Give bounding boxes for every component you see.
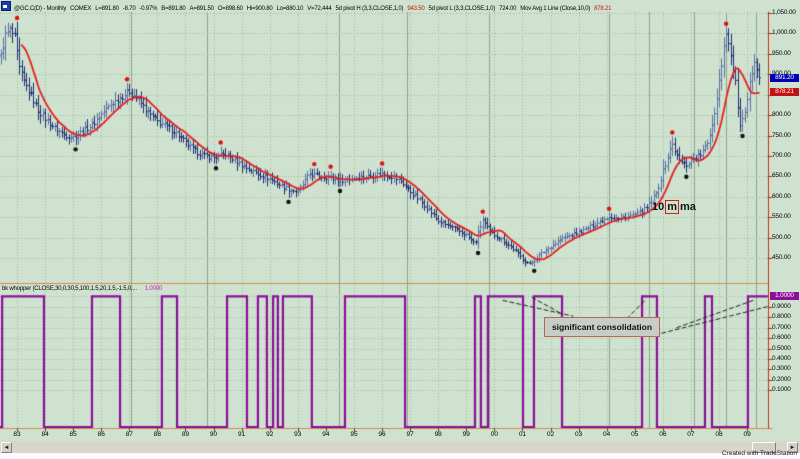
quote-text: @GC.C(D) - Monthly COMEX L=891.80 -8.70-0.9… [14, 0, 615, 15]
year-axis-label: 97 [402, 431, 418, 438]
indicator-axis-label: 0.9000 [772, 303, 791, 310]
year-axis-label: 05 [627, 431, 643, 438]
quote-field: O=898.60 [218, 6, 243, 12]
price-axis-label: 700.00 [772, 152, 791, 159]
year-axis-label: 02 [543, 431, 559, 438]
year-axis-label: 94 [318, 431, 334, 438]
quote-field: L=891.80 [95, 6, 119, 12]
year-axis-label: 01 [514, 431, 530, 438]
year-axis-label: 93 [290, 431, 306, 438]
indicator-axis-label: 0.5000 [772, 345, 791, 352]
year-axis-label: 91 [234, 431, 250, 438]
quote-field: 724.00 [499, 6, 516, 12]
horizontal-scrollbar-track[interactable] [0, 441, 800, 453]
scrollbar-left-arrow-icon[interactable]: ◄ [1, 442, 12, 453]
last-price-badge: 891.20 [770, 74, 799, 82]
quote-field: Mov Avg 1 Line (Close,10,0) [520, 6, 590, 12]
price-axis-label: 800.00 [772, 111, 791, 118]
indicator-axis-label: 0.8000 [772, 313, 791, 320]
ma-annotation-label[interactable]: 10mma [652, 201, 696, 213]
price-axis-label: 950.00 [772, 50, 791, 57]
year-axis-label: 96 [374, 431, 390, 438]
year-axis-label: 86 [93, 431, 109, 438]
indicator-current-value: 1.0000 [145, 286, 162, 292]
indicator-name-label: bk whopper (CLOSE,30,0,30,5,100,1.5,20,1… [2, 286, 137, 292]
year-axis-label: 98 [430, 431, 446, 438]
indicator-axis-label: 0.6000 [772, 334, 791, 341]
quote-field: Lo=880.10 [276, 6, 303, 12]
year-axis-label: 99 [458, 431, 474, 438]
year-axis-label: 08 [711, 431, 727, 438]
year-axis-label: 88 [149, 431, 165, 438]
year-axis-label: 89 [177, 431, 193, 438]
quote-field: COMEX [70, 6, 91, 12]
ma-annotation-boxed-letter: m [665, 200, 679, 214]
year-axis-label: 09 [739, 431, 755, 438]
price-axis-label: 750.00 [772, 132, 791, 139]
price-axis-label: 500.00 [772, 234, 791, 241]
year-axis-label: 03 [571, 431, 587, 438]
year-axis-label: 00 [486, 431, 502, 438]
year-axis-label: 84 [37, 431, 53, 438]
quote-field: @GC.C(D) - Monthly [14, 6, 66, 12]
indicator-label-row: bk whopper (CLOSE,30,0,30,5,100,1.5,20,1… [2, 284, 162, 293]
ma-annotation-suffix: ma [680, 201, 696, 213]
quote-field: -8.70 [123, 6, 136, 12]
year-axis-label: 83 [9, 431, 25, 438]
year-axis-label: 06 [655, 431, 671, 438]
price-axis-label: 600.00 [772, 193, 791, 200]
year-axis-label: 87 [121, 431, 137, 438]
quote-field: 5d pivot H (3,3,CLOSE,1,0) [335, 6, 403, 12]
indicator-value-badge: 1.0000 [770, 292, 799, 300]
indicator-axis-label: 0.3000 [772, 365, 791, 372]
quote-field: B=891.80 [161, 6, 185, 12]
year-axis-label: 04 [599, 431, 615, 438]
price-axis-label: 550.00 [772, 213, 791, 220]
year-axis-label: 07 [683, 431, 699, 438]
consolidation-annotation-text: significant consolidation [552, 322, 652, 332]
chart-window-icon [1, 1, 11, 11]
quote-field: -0.97% [139, 6, 157, 12]
quote-field: 878.21 [594, 6, 611, 12]
tradestation-credit-text: Created with TradeStation [722, 450, 797, 457]
quote-field: Hi=900.80 [247, 6, 273, 12]
indicator-axis-label: 0.1000 [772, 386, 791, 393]
moving-average-value-badge: 878.21 [770, 88, 799, 96]
quote-field: 943.50 [407, 6, 424, 12]
consolidation-annotation-box[interactable]: significant consolidation [544, 317, 660, 337]
indicator-axis-label: 0.2000 [772, 376, 791, 383]
symbol-status-bar: @GC.C(D) - Monthly COMEX L=891.80 -8.70-0.9… [1, 1, 799, 11]
quote-field: V=72,444 [307, 6, 331, 12]
price-and-indicator-chart-canvas[interactable] [0, 0, 800, 459]
year-axis-label: 85 [65, 431, 81, 438]
price-axis-label: 450.00 [772, 254, 791, 261]
quote-field: A=891.50 [190, 6, 214, 12]
indicator-axis-label: 0.7000 [772, 324, 791, 331]
ma-annotation-prefix: 10 [652, 201, 664, 213]
year-axis-label: 90 [206, 431, 222, 438]
indicator-axis-label: 0.4000 [772, 355, 791, 362]
price-axis-label: 1,000.00 [772, 29, 796, 36]
price-axis-label: 650.00 [772, 172, 791, 179]
window-bottom-strip [0, 453, 800, 459]
quote-field: 5d pivot L (3,3,CLOSE,1,0) [428, 6, 495, 12]
year-axis-label: 95 [346, 431, 362, 438]
tradestation-chart-window: @GC.C(D) - Monthly COMEX L=891.80 -8.70-0.9… [0, 0, 800, 459]
year-axis-label: 92 [262, 431, 278, 438]
